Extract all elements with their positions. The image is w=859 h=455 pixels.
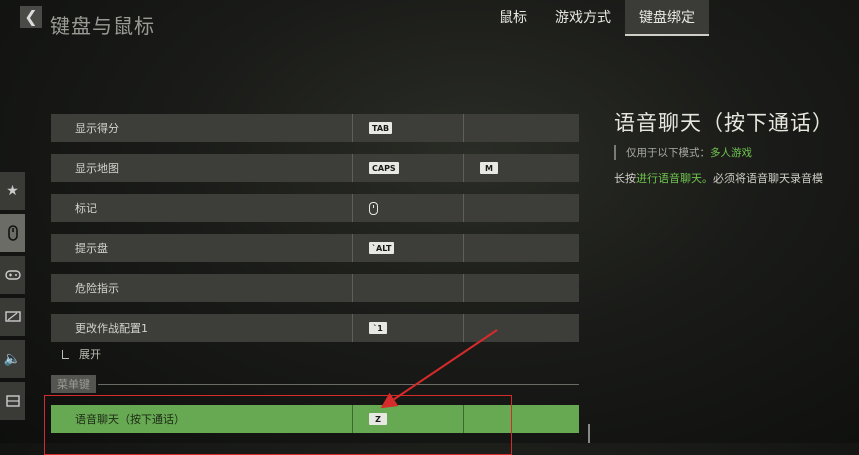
secondary-binding-slot[interactable] <box>463 194 579 222</box>
tab-gameplay[interactable]: 游戏方式 <box>541 0 625 34</box>
secondary-binding-slot[interactable] <box>463 114 579 142</box>
primary-binding-slot[interactable]: `ALT <box>352 234 480 262</box>
detail-panel: 语音聊天（按下通话） 仅用于以下模式：多人游戏 长按进行语音聊天。必须将语音聊天… <box>614 107 859 443</box>
expand-label: 展开 <box>79 348 101 361</box>
tab-mouse[interactable]: 鼠标 <box>485 0 541 34</box>
modes-value: 多人游戏 <box>710 147 752 159</box>
secondary-binding-slot[interactable] <box>463 314 579 342</box>
keybind-list: 显示得分 TAB 显示地图 CAPS M 标记 提示盘 `ALT 危险指示 更改… <box>51 114 579 354</box>
keybind-label: 显示地图 <box>75 162 119 175</box>
interface-icon <box>5 395 20 407</box>
desc-prefix: 长按 <box>614 172 636 185</box>
desc-highlight: 进行语音聊天。 <box>636 172 713 185</box>
tree-corner-icon <box>62 350 69 359</box>
star-icon: ★ <box>6 183 19 199</box>
section-header: 菜单键 <box>51 375 579 393</box>
secondary-binding-slot[interactable] <box>463 274 579 302</box>
primary-binding-slot[interactable]: `1 <box>352 314 480 342</box>
secondary-binding-slot[interactable] <box>463 234 579 262</box>
gamepad-icon <box>4 270 21 280</box>
keybind-label: 危险指示 <box>75 282 119 295</box>
modes-prefix: 仅用于以下模式： <box>626 147 710 159</box>
keybind-label: 提示盘 <box>75 242 108 255</box>
keybind-row-mark[interactable]: 标记 <box>51 194 579 222</box>
keybind-row-danger[interactable]: 危险指示 <box>51 274 579 302</box>
sidebar-item-mouse-keyboard[interactable] <box>0 214 25 252</box>
page-title: 键盘与鼠标 <box>50 14 155 38</box>
annotation-highlight-box <box>44 395 512 455</box>
secondary-binding-slot[interactable]: M <box>463 154 579 182</box>
primary-binding-slot[interactable] <box>352 194 480 222</box>
sidebar-item-interface[interactable] <box>0 382 25 420</box>
sidebar-item-graphics[interactable] <box>0 298 25 336</box>
key-cap: `1 <box>369 322 387 334</box>
detail-modes: 仅用于以下模式：多人游戏 <box>614 145 859 160</box>
mouse-middle-icon <box>369 201 378 215</box>
keybind-row-show-map[interactable]: 显示地图 CAPS M <box>51 154 579 182</box>
key-cap: CAPS <box>369 162 399 174</box>
detail-description: 长按进行语音聊天。必须将语音聊天录音模 <box>614 170 859 186</box>
monitor-icon <box>4 311 21 322</box>
key-cap: M <box>480 162 498 174</box>
sidebar-item-controller[interactable] <box>0 256 25 294</box>
section-label: 菜单键 <box>51 375 96 393</box>
speaker-icon: 🔈 <box>3 351 22 367</box>
chevron-left-icon: ❮ <box>24 7 38 26</box>
sidebar-item-favorites[interactable]: ★ <box>0 172 25 210</box>
tab-bar: 鼠标 游戏方式 键盘绑定 <box>485 0 709 36</box>
keybind-row-show-score[interactable]: 显示得分 TAB <box>51 114 579 142</box>
keybind-row-ping-wheel[interactable]: 提示盘 `ALT <box>51 234 579 262</box>
back-button[interactable]: ❮ <box>20 6 42 28</box>
primary-binding-slot[interactable]: CAPS <box>352 154 480 182</box>
primary-binding-slot[interactable] <box>352 274 480 302</box>
key-cap: TAB <box>369 122 393 134</box>
primary-binding-slot[interactable]: TAB <box>352 114 480 142</box>
sidebar-item-audio[interactable]: 🔈 <box>0 340 25 378</box>
mouse-icon <box>7 225 18 241</box>
keybind-label: 显示得分 <box>75 122 119 135</box>
detail-title: 语音聊天（按下通话） <box>614 111 834 135</box>
scrollbar[interactable] <box>588 424 590 443</box>
section-divider <box>98 383 579 385</box>
tab-keybinds[interactable]: 键盘绑定 <box>625 0 709 36</box>
desc-suffix: 必须将语音聊天录音模 <box>713 172 823 185</box>
expand-toggle[interactable]: 展开 <box>62 346 101 362</box>
category-sidebar: ★ 🔈 <box>0 172 25 424</box>
keybind-label: 标记 <box>75 202 97 215</box>
key-cap: `ALT <box>369 242 395 254</box>
keybind-label: 更改作战配置1 <box>75 322 148 335</box>
keybind-row-loadout1[interactable]: 更改作战配置1 `1 <box>51 314 579 342</box>
